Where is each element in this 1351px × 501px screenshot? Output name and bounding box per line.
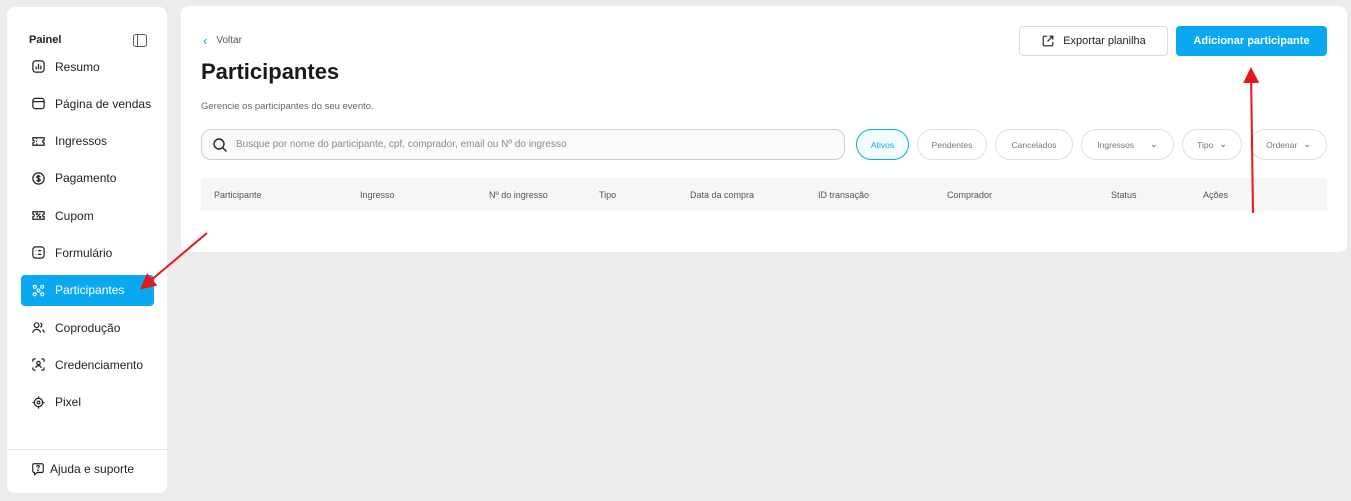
sidebar-item-label: Formulário: [55, 245, 113, 260]
sidebar-item-label: Página de vendas: [55, 96, 152, 111]
col-acoes[interactable]: Ações: [1203, 190, 1228, 200]
sidebar: Painel Resumo Página de vendas Ingressos…: [7, 7, 167, 493]
search-bar[interactable]: [201, 129, 845, 160]
col-ingresso[interactable]: Ingresso: [360, 190, 395, 200]
sidebar-item-formulario[interactable]: Formulário: [21, 237, 154, 268]
sidebar-item-label: Participantes: [55, 283, 125, 298]
col-numero-ingresso[interactable]: Nº do ingresso: [489, 190, 548, 200]
help-support-link[interactable]: Ajuda e suporte: [31, 462, 134, 476]
col-data-compra[interactable]: Data da compra: [690, 190, 754, 200]
chevron-down-icon: ⌄: [1219, 139, 1227, 149]
sidebar-title: Painel: [29, 34, 62, 46]
sidebar-item-label: Pixel: [55, 395, 82, 410]
col-id-transacao[interactable]: ID transação: [818, 190, 869, 200]
chevron-down-icon: ⌄: [1303, 139, 1311, 149]
sidebar-item-label: Credenciamento: [55, 357, 144, 372]
sidebar-item-pixel[interactable]: Pixel: [21, 387, 154, 418]
page-title: Participantes: [201, 59, 340, 84]
sidebar-item-pagamento[interactable]: Pagamento: [21, 163, 154, 194]
external-link-icon: [1042, 35, 1054, 47]
table-header: Participante Ingresso Nº do ingresso Tip…: [201, 178, 1327, 211]
dollar-icon: [32, 172, 45, 185]
badge-scan-icon: [32, 358, 45, 372]
sidebar-item-credenciamento[interactable]: Credenciamento: [21, 349, 154, 380]
browser-icon: [32, 98, 45, 110]
filter-ingressos-label: Ingressos: [1097, 139, 1135, 150]
help-chat-icon: [32, 463, 44, 476]
export-label: Exportar planilha: [1063, 35, 1146, 47]
chart-icon: [32, 60, 45, 73]
filter-cancelados[interactable]: Cancelados: [995, 129, 1073, 160]
filter-tipo-label: Tipo: [1197, 139, 1214, 150]
sidebar-nav: Resumo Página de vendas Ingressos Pagame…: [21, 51, 154, 424]
crosshair-icon: [32, 396, 45, 409]
filter-ingressos-dropdown[interactable]: Ingressos ⌄: [1081, 129, 1174, 160]
filter-tipo-dropdown[interactable]: Tipo ⌄: [1182, 129, 1242, 160]
sort-label: Ordenar: [1266, 139, 1298, 150]
sidebar-item-participantes[interactable]: Participantes: [21, 274, 154, 306]
sidebar-divider: [7, 449, 167, 450]
sidebar-item-ingressos[interactable]: Ingressos: [21, 126, 154, 157]
main-panel: ‹ Voltar Participantes Gerencie os parti…: [181, 6, 1347, 252]
help-support-label: Ajuda e suporte: [50, 462, 135, 476]
page-subtitle: Gerencie os participantes do seu evento.: [201, 101, 374, 112]
col-status[interactable]: Status: [1111, 190, 1137, 200]
col-comprador[interactable]: Comprador: [947, 190, 992, 200]
chevron-down-icon: ⌄: [1150, 139, 1158, 149]
users-icon: [32, 322, 46, 333]
sidebar-header: Painel: [29, 31, 147, 49]
search-input[interactable]: [236, 139, 826, 150]
export-spreadsheet-button[interactable]: Exportar planilha: [1019, 26, 1168, 56]
sidebar-item-label: Cupom: [55, 208, 94, 223]
form-icon: [32, 246, 45, 260]
sidebar-item-coproducao[interactable]: Coprodução: [21, 312, 154, 343]
sidebar-item-resumo[interactable]: Resumo: [21, 51, 154, 82]
sidebar-item-label: Coprodução: [55, 320, 121, 335]
participants-icon: [32, 284, 45, 297]
chevron-left-icon: ‹: [203, 33, 208, 48]
col-tipo[interactable]: Tipo: [599, 190, 616, 200]
sidebar-item-pagina-de-vendas[interactable]: Página de vendas: [21, 88, 154, 119]
sidebar-item-label: Pagamento: [55, 171, 117, 186]
sidebar-item-label: Ingressos: [55, 134, 108, 149]
sort-dropdown[interactable]: Ordenar ⌄: [1250, 129, 1327, 160]
sidebar-item-cupom[interactable]: Cupom: [21, 200, 154, 231]
ticket-icon: [32, 136, 45, 146]
filter-pendentes[interactable]: Pendentes: [917, 129, 987, 160]
add-participant-button[interactable]: Adicionar participante: [1176, 26, 1327, 56]
sidebar-item-label: Resumo: [55, 59, 100, 74]
back-label: Voltar: [216, 35, 242, 46]
filter-ativos[interactable]: Ativos: [856, 129, 909, 160]
sidebar-toggle-icon[interactable]: [133, 33, 147, 47]
coupon-icon: [32, 211, 45, 221]
col-participante[interactable]: Participante: [214, 190, 262, 200]
back-link[interactable]: ‹ Voltar: [203, 34, 242, 47]
search-icon: [213, 137, 227, 152]
